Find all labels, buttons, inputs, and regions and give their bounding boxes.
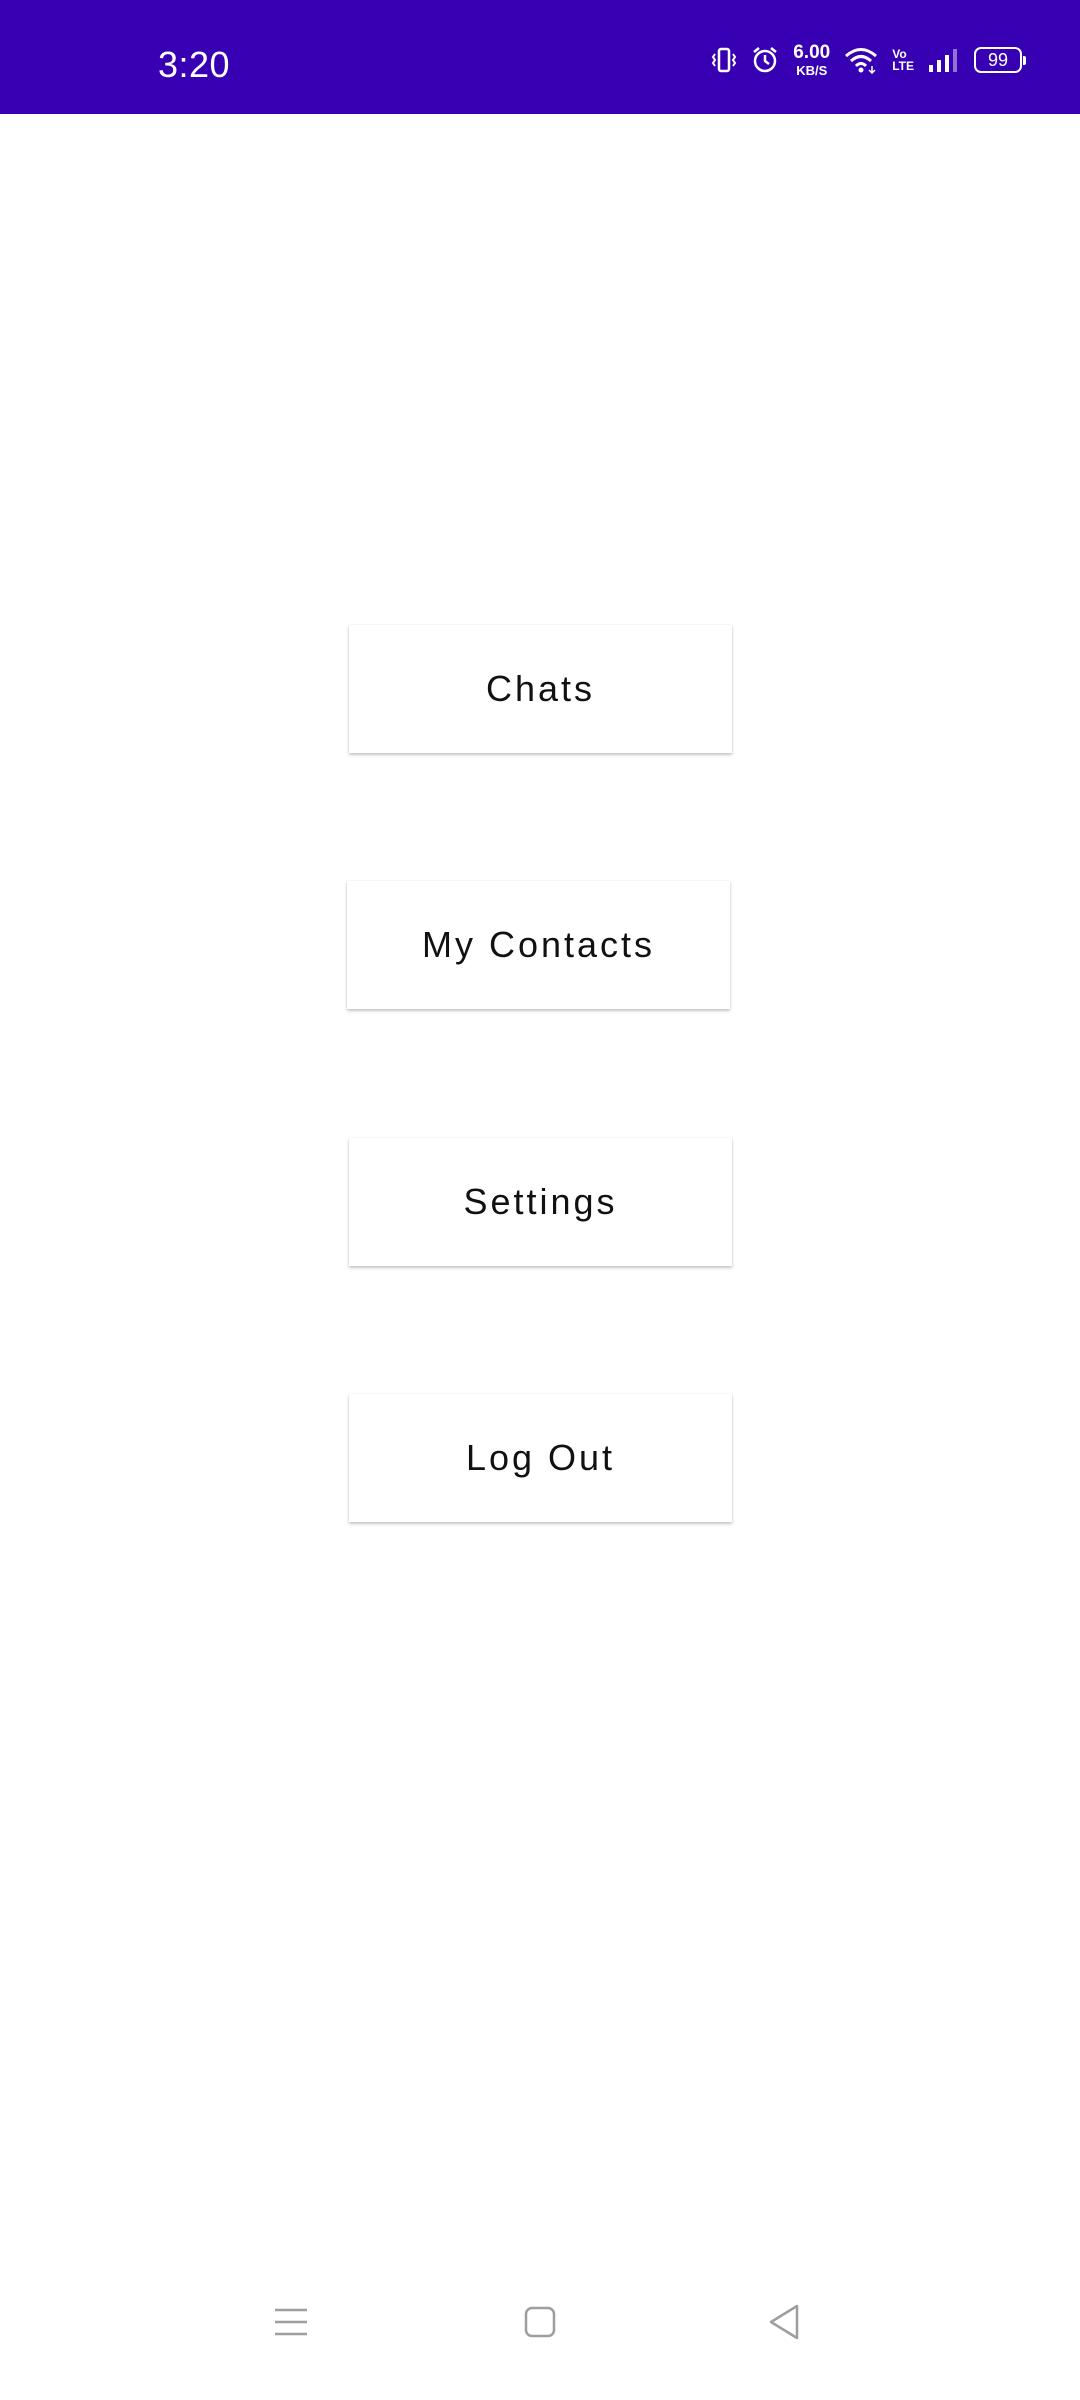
settings-button[interactable]: Settings <box>349 1138 732 1266</box>
chats-button[interactable]: Chats <box>349 625 732 753</box>
volte-icon: Vo LTE <box>892 48 914 72</box>
volte-bottom-label: LTE <box>892 59 914 73</box>
network-speed-value: 6.00 <box>793 42 831 63</box>
status-icons: 6.00 KB/S Vo LTE 99 <box>711 40 1026 80</box>
vibrate-icon <box>711 46 737 74</box>
network-speed: 6.00 KB/S <box>793 43 830 77</box>
recents-menu-icon[interactable] <box>261 2292 321 2352</box>
alarm-icon <box>751 46 779 74</box>
signal-icon <box>928 47 960 73</box>
battery-icon: 99 <box>974 47 1026 73</box>
my-contacts-button[interactable]: My Contacts <box>347 881 730 1009</box>
home-icon[interactable] <box>510 2292 570 2352</box>
log-out-button[interactable]: Log Out <box>349 1394 732 1522</box>
wifi-icon <box>844 46 878 74</box>
status-bar: 3:20 6.00 KB/S Vo LTE 99 <box>0 0 1080 114</box>
back-icon[interactable] <box>754 2292 814 2352</box>
network-speed-unit: KB/S <box>796 63 828 78</box>
status-time: 3:20 <box>158 44 231 85</box>
navigation-bar <box>0 2270 1080 2400</box>
